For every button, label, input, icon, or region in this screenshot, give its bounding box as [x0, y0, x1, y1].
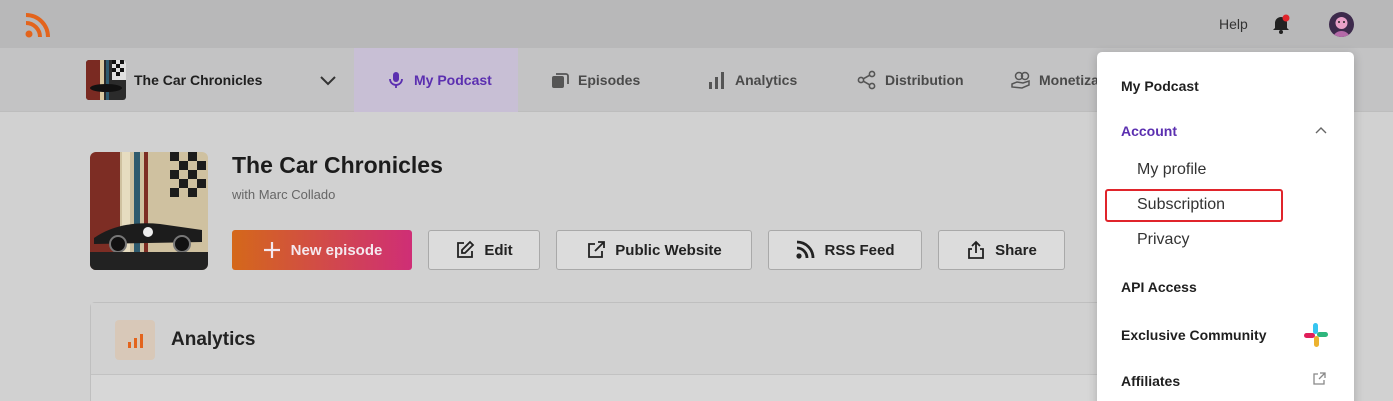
tab-my-podcast[interactable]: My Podcast [354, 48, 518, 112]
podcast-host: with Marc Collado [232, 187, 336, 202]
microphone-icon [389, 72, 403, 88]
tab-analytics[interactable]: Analytics [707, 48, 797, 112]
public-website-button[interactable]: Public Website [556, 230, 752, 270]
menu-item-affiliates[interactable]: Affiliates [1121, 373, 1180, 389]
podcast-title: The Car Chronicles [232, 152, 443, 178]
bell-icon[interactable] [1272, 14, 1290, 34]
tab-my-podcast-label: My Podcast [414, 72, 492, 88]
analytics-panel-title: Analytics [171, 329, 256, 350]
tab-distribution-label: Distribution [885, 72, 964, 88]
edit-label: Edit [484, 241, 513, 259]
account-dropdown-menu: My Podcast Account My profile Subscripti… [1097, 52, 1354, 401]
share-label: Share [995, 241, 1037, 259]
help-link[interactable]: Help [1219, 16, 1248, 32]
edit-button[interactable]: Edit [428, 230, 540, 270]
menu-item-subscription[interactable]: Subscription [1137, 196, 1225, 214]
avatar[interactable] [1329, 12, 1354, 37]
chevron-down-icon[interactable] [318, 73, 338, 87]
menu-item-my-podcast[interactable]: My Podcast [1121, 78, 1199, 94]
bar-chart-icon [128, 334, 143, 348]
chevron-up-icon[interactable] [1315, 126, 1327, 134]
menu-item-api-access[interactable]: API Access [1121, 279, 1197, 295]
tab-analytics-label: Analytics [735, 72, 798, 88]
hand-coins-icon [1011, 71, 1030, 89]
bar-chart-icon [709, 72, 724, 89]
menu-item-account[interactable]: Account [1121, 123, 1177, 139]
slack-icon [1304, 323, 1328, 347]
rss-logo-icon[interactable] [25, 12, 51, 38]
podcast-cover [90, 152, 208, 270]
rss-icon [796, 240, 815, 259]
episodes-icon [552, 73, 569, 88]
rss-feed-button[interactable]: RSS Feed [768, 230, 922, 270]
tab-distribution[interactable]: Distribution [857, 48, 964, 112]
plus-icon [263, 242, 280, 258]
tab-monetization-label: Monetiza [1039, 72, 1099, 88]
rss-feed-label: RSS Feed [824, 241, 895, 259]
new-episode-button[interactable]: New episode [232, 230, 412, 270]
tab-episodes-label: Episodes [578, 72, 641, 88]
tab-episodes[interactable]: Episodes [550, 48, 640, 112]
external-link-icon [588, 241, 606, 258]
share-nodes-icon [857, 70, 876, 90]
analytics-panel: Analytics [90, 302, 1111, 401]
menu-item-privacy[interactable]: Privacy [1137, 231, 1189, 249]
public-website-label: Public Website [615, 241, 722, 259]
share-icon [968, 240, 985, 259]
analytics-panel-header: Analytics [91, 303, 1111, 375]
top-bar: Help [0, 0, 1393, 48]
menu-item-exclusive-community[interactable]: Exclusive Community [1121, 327, 1267, 343]
share-button[interactable]: Share [938, 230, 1065, 270]
new-episode-label: New episode [290, 241, 383, 259]
podcast-name[interactable]: The Car Chronicles [134, 72, 262, 88]
tab-monetization[interactable]: Monetiza [1011, 48, 1099, 112]
edit-icon [457, 240, 475, 258]
analytics-panel-icon [115, 320, 155, 360]
podcast-thumbnail[interactable] [86, 60, 126, 100]
menu-item-my-profile[interactable]: My profile [1137, 161, 1206, 179]
external-link-icon [1313, 372, 1326, 385]
